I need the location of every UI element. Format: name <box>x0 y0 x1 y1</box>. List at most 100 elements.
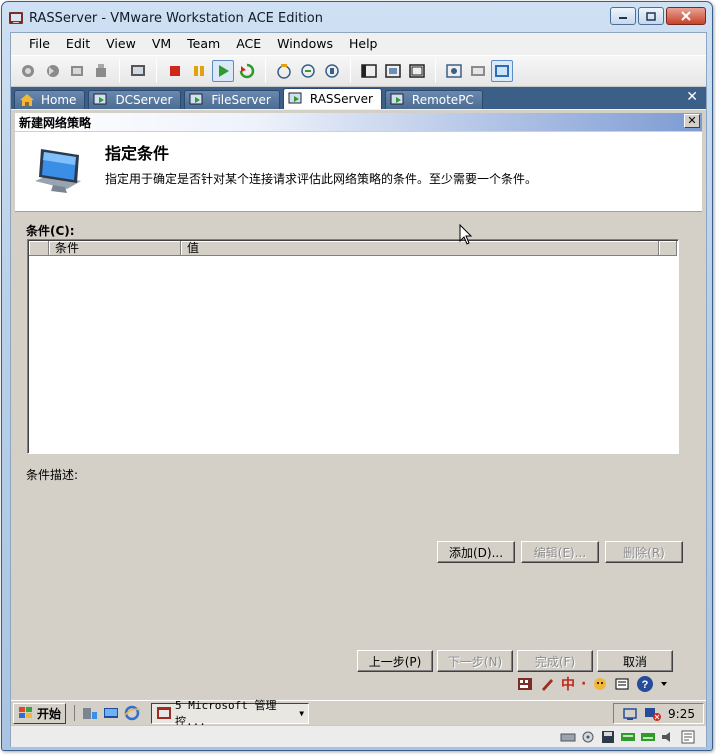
add-button[interactable]: 添加(D)... <box>437 541 515 563</box>
computer-icon <box>35 149 81 193</box>
team-button[interactable] <box>297 60 319 82</box>
pause-button[interactable] <box>188 60 210 82</box>
fullscreen-button[interactable] <box>382 60 404 82</box>
ime-tool-icon[interactable] <box>539 676 555 692</box>
clone-icon <box>277 64 291 79</box>
message-log-icon[interactable] <box>680 730 696 744</box>
start-button[interactable]: 开始 <box>13 702 67 724</box>
network-button[interactable] <box>321 60 343 82</box>
server-manager-icon[interactable] <box>81 705 99 721</box>
minimize-icon <box>619 17 627 19</box>
internet-explorer-icon[interactable] <box>123 705 141 721</box>
tab-home[interactable]: Home <box>14 90 86 109</box>
column-header-condition[interactable]: 条件 <box>49 241 181 256</box>
snapshot-manager-button[interactable] <box>66 60 88 82</box>
removable-button[interactable] <box>90 60 112 82</box>
hard-disk-status-icon[interactable] <box>560 730 576 744</box>
stop-icon <box>170 66 180 76</box>
tab-label: RASServer <box>309 92 373 106</box>
menu-ace[interactable]: ACE <box>228 33 269 55</box>
floppy-status-icon[interactable] <box>600 730 616 744</box>
tab-remotepc[interactable]: RemotePC <box>384 90 483 109</box>
guest-taskbar: 开始 5 Microsoft 管理控... ▼ 9:25 <box>11 699 706 728</box>
close-icon <box>681 11 691 21</box>
tab-label: DCServer <box>115 93 173 107</box>
ime-mode-label[interactable]: 中 <box>561 674 575 694</box>
menu-windows[interactable]: Windows <box>269 33 341 55</box>
back-button[interactable]: 上一步(P) <box>357 650 433 672</box>
help-icon[interactable]: ? <box>636 675 654 693</box>
ime-punct-icon[interactable]: · <box>581 676 586 692</box>
minimize-button[interactable] <box>610 7 636 25</box>
capture-button[interactable] <box>127 60 149 82</box>
pause-icon <box>194 66 204 76</box>
network-adapter-status-icon[interactable] <box>620 730 636 744</box>
ime-options-icon[interactable] <box>614 676 630 692</box>
tab-label: Home <box>41 93 77 107</box>
column-header-value[interactable]: 值 <box>181 241 659 256</box>
view-icon <box>495 65 509 77</box>
language-bar-menu-icon[interactable] <box>660 676 668 692</box>
delete-button[interactable]: 删除(R) <box>605 541 683 563</box>
menu-file[interactable]: File <box>21 33 58 55</box>
next-button[interactable]: 下一步(N) <box>437 650 513 672</box>
tab-rasserver[interactable]: RASServer <box>282 88 382 109</box>
menu-team[interactable]: Team <box>179 33 228 55</box>
finish-button[interactable]: 完成(F) <box>517 650 593 672</box>
capture-icon <box>131 65 145 76</box>
dialog-header: 指定条件 指定用于确定是否针对某个连接请求评估此网络策略的条件。至少需要一个条件… <box>15 132 702 212</box>
cancel-button[interactable]: 取消 <box>597 650 673 672</box>
start-label: 开始 <box>37 706 62 721</box>
svg-text:?: ? <box>642 679 649 691</box>
sound-status-icon[interactable] <box>660 730 676 744</box>
clone-button[interactable] <box>273 60 295 82</box>
mmc-icon <box>157 707 172 719</box>
close-tab-icon[interactable]: ✕ <box>686 89 698 105</box>
network-warning-icon[interactable] <box>644 706 662 722</box>
play-button[interactable] <box>212 60 234 82</box>
ime-keyboard-icon[interactable] <box>517 676 533 692</box>
tab-dcserver[interactable]: DCServer <box>88 90 182 109</box>
play-icon <box>219 65 229 77</box>
revert-button[interactable] <box>42 60 64 82</box>
ime-soft-keyboard-icon[interactable] <box>592 676 608 692</box>
dialog-title: 新建网络策略 <box>19 115 92 130</box>
dialog-close-button[interactable]: ✕ <box>684 114 700 128</box>
windows-logo-icon <box>19 707 32 718</box>
conditions-label: 条件(C): <box>26 224 75 238</box>
close-button[interactable] <box>666 7 706 25</box>
stop-button[interactable] <box>164 60 186 82</box>
reset-button[interactable] <box>236 60 258 82</box>
clock[interactable]: 9:25 <box>668 707 695 721</box>
select-column-header[interactable] <box>29 241 49 256</box>
quick-switch-icon <box>361 64 377 78</box>
maximize-button[interactable] <box>638 7 664 25</box>
snapshot-manager-icon <box>71 66 83 76</box>
unity-icon <box>409 64 425 78</box>
summary-button[interactable] <box>443 60 465 82</box>
unity-button[interactable] <box>406 60 428 82</box>
edit-button[interactable]: 编辑(E)... <box>521 541 599 563</box>
vmware-app-icon <box>9 12 23 24</box>
console-button[interactable] <box>467 60 489 82</box>
show-desktop-icon[interactable] <box>102 705 120 721</box>
snapshot-icon <box>22 65 34 77</box>
conditions-table[interactable]: 条件 值 <box>27 239 679 454</box>
fullscreen-icon <box>385 64 401 78</box>
quick-switch-button[interactable] <box>358 60 380 82</box>
condition-description-label: 条件描述: <box>26 468 79 482</box>
menu-edit[interactable]: Edit <box>58 33 98 55</box>
snapshot-button[interactable] <box>18 60 40 82</box>
view-button[interactable] <box>491 60 513 82</box>
home-icon <box>20 94 34 106</box>
vm-tab-bar: Home DCServer FileServer RASServer Remot… <box>11 87 706 109</box>
network-tray-icon[interactable] <box>622 706 638 722</box>
usb-status-icon[interactable] <box>640 730 656 744</box>
cdrom-status-icon[interactable] <box>580 730 596 744</box>
menu-help[interactable]: Help <box>341 33 386 55</box>
tab-label: FileServer <box>211 93 271 107</box>
tab-fileserver[interactable]: FileServer <box>184 90 280 109</box>
taskbar-window-button[interactable]: 5 Microsoft 管理控... ▼ <box>151 699 310 728</box>
menu-vm[interactable]: VM <box>144 33 179 55</box>
menu-view[interactable]: View <box>98 33 144 55</box>
